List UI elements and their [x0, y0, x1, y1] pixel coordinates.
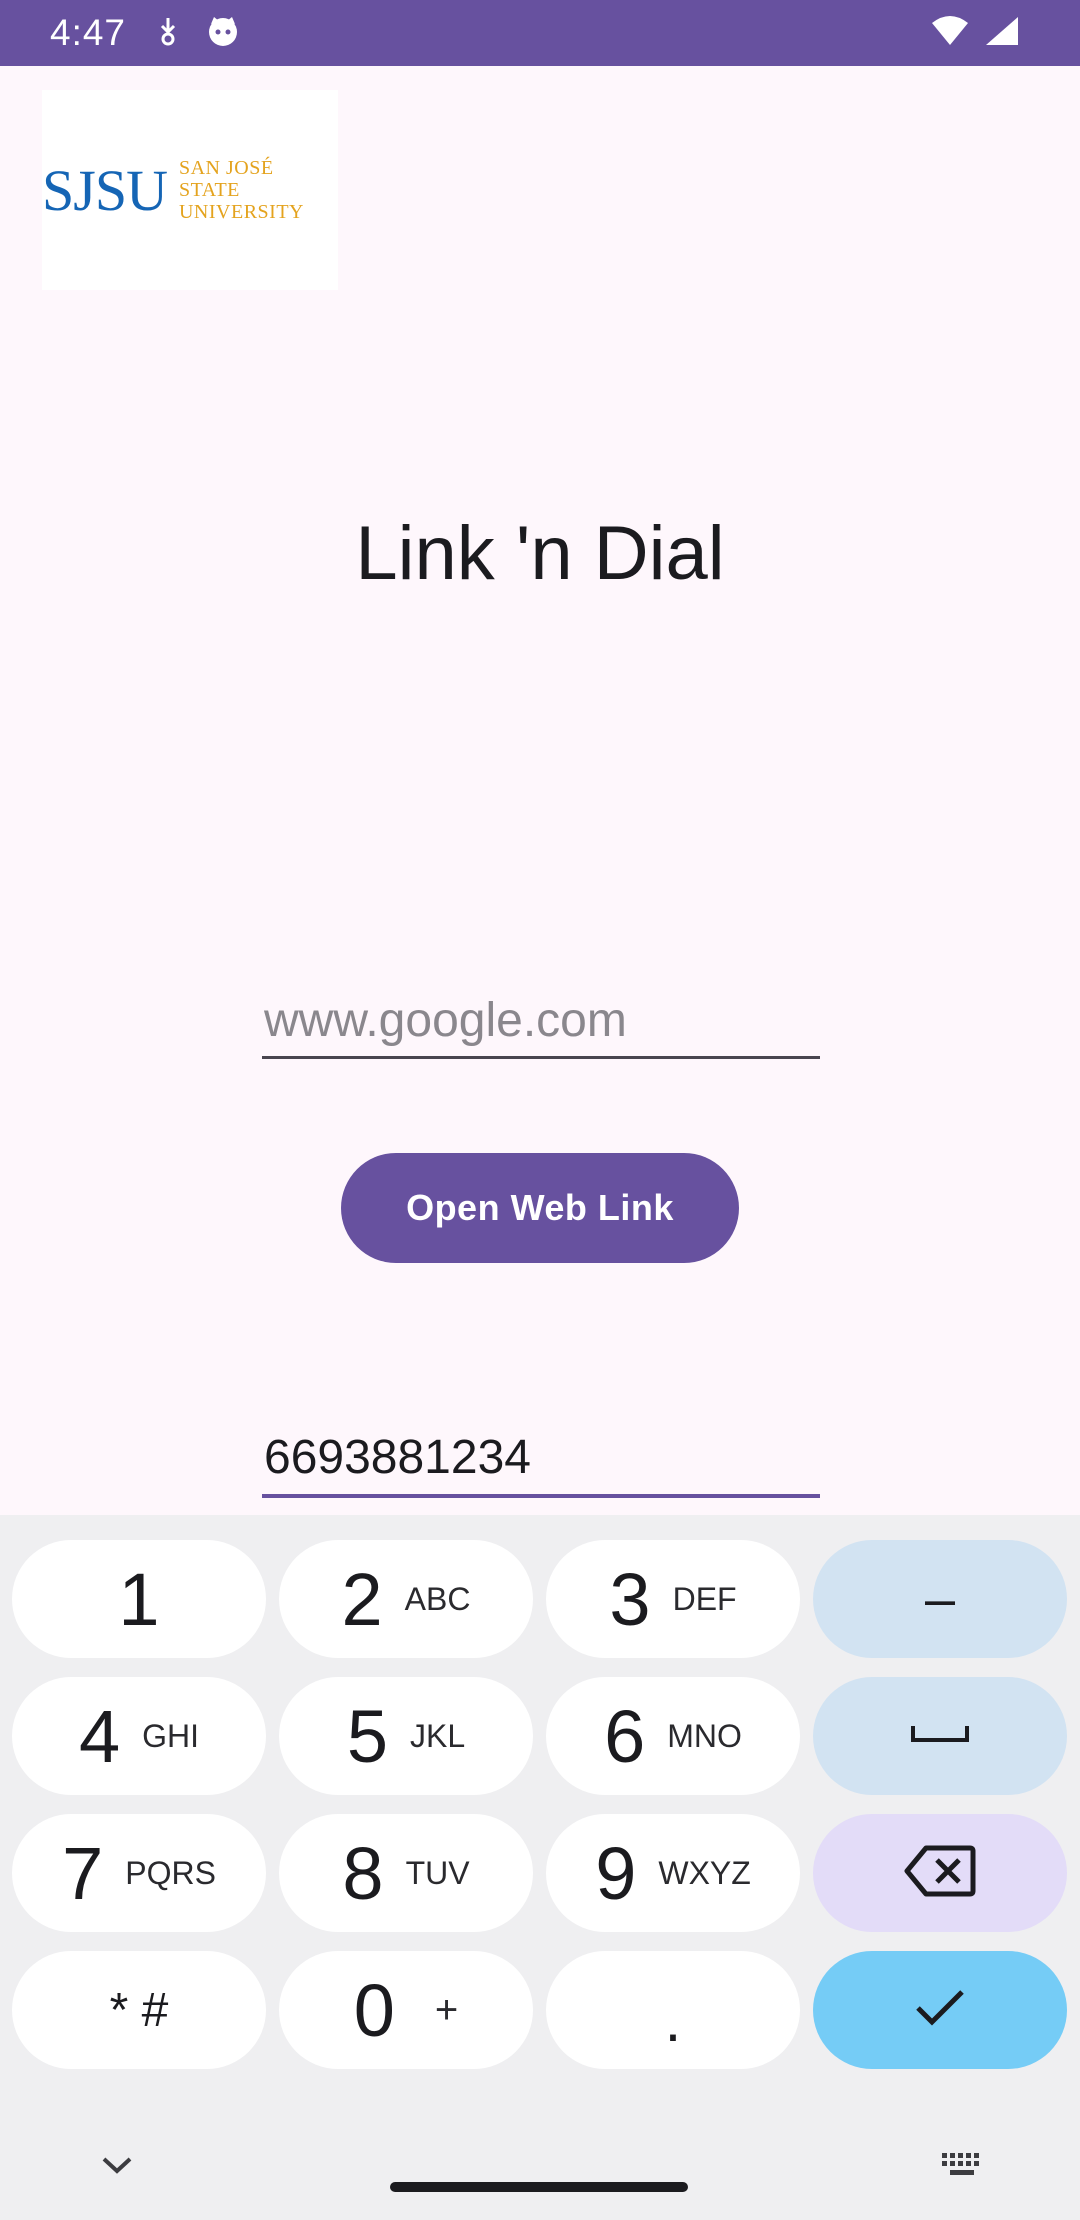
key-9[interactable]: 9 WXYZ: [546, 1814, 800, 1932]
navigation-handle[interactable]: [390, 2182, 688, 2192]
key-letters: TUV: [405, 1854, 470, 1891]
key-digit: 0: [353, 1968, 395, 2052]
page-title: Link 'n Dial: [355, 511, 725, 596]
key-digit: 7: [62, 1831, 104, 1915]
key-period[interactable]: .: [546, 1951, 800, 2069]
status-right-icons: [930, 15, 1020, 52]
chevron-down-icon[interactable]: [100, 2155, 134, 2180]
key-done[interactable]: [813, 1951, 1067, 2069]
key-letters: GHI: [142, 1717, 200, 1754]
key-7[interactable]: 7 PQRS: [12, 1814, 266, 1932]
key-digit: 4: [78, 1694, 121, 1778]
phone-input[interactable]: [262, 1420, 820, 1498]
open-web-link-button[interactable]: Open Web Link: [341, 1153, 739, 1263]
dash-symbol: –: [924, 1569, 956, 1629]
key-4[interactable]: 4 GHI: [12, 1677, 266, 1795]
logo-line-1: SAN JOSÉ STATE: [178, 157, 274, 201]
key-space[interactable]: [813, 1677, 1067, 1795]
cat-face-icon: [206, 14, 240, 53]
screen: 4:47 SJSU SAN JOSÉ STATE UNIVERSITY Link…: [0, 0, 1080, 2220]
backspace-icon: [904, 1844, 976, 1903]
key-digit: * #: [109, 1983, 169, 2037]
logo-mark: SJSU: [42, 157, 168, 223]
key-1[interactable]: 1: [12, 1540, 266, 1658]
checkmark-icon: [914, 1988, 966, 2033]
key-digit: 3: [609, 1557, 651, 1641]
key-letters: PQRS: [125, 1854, 216, 1891]
key-letters: WXYZ: [658, 1854, 751, 1891]
key-letters: DEF: [672, 1580, 737, 1617]
key-digit: .: [664, 1986, 682, 2054]
key-3[interactable]: 3 DEF: [546, 1540, 800, 1658]
logo-line-2: UNIVERSITY: [178, 201, 304, 223]
key-digit: 8: [342, 1831, 384, 1915]
signal-icon: [984, 15, 1020, 52]
status-left-icons: [156, 14, 240, 53]
status-time: 4:47: [50, 12, 127, 53]
numeric-keyboard: 1 2 ABC 3 DEF – 4 GHI 5 JKL 6 MNO 7 PQRS…: [0, 1515, 1080, 2220]
key-dash[interactable]: –: [813, 1540, 1067, 1658]
key-backspace[interactable]: [813, 1814, 1067, 1932]
key-0[interactable]: 0 +: [279, 1951, 533, 2069]
space-icon: [910, 1722, 970, 1751]
status-bar: 4:47: [0, 0, 1080, 66]
key-digit: 6: [604, 1694, 646, 1778]
key-letters: ABC: [404, 1580, 471, 1617]
key-digit: 5: [346, 1694, 388, 1778]
url-input[interactable]: [262, 985, 820, 1059]
logo-subtitle: SAN JOSÉ STATE UNIVERSITY: [179, 157, 338, 223]
key-digit: 9: [595, 1831, 637, 1915]
key-digit: 1: [118, 1557, 160, 1641]
key-6[interactable]: 6 MNO: [546, 1677, 800, 1795]
key-star-hash[interactable]: * #: [12, 1951, 266, 2069]
key-5[interactable]: 5 JKL: [279, 1677, 533, 1795]
keyboard-icon[interactable]: [940, 2151, 984, 2186]
wifi-icon: [930, 15, 970, 52]
key-letters: JKL: [410, 1717, 466, 1754]
key-letters: +: [434, 1987, 459, 2032]
key-letters: MNO: [667, 1717, 742, 1754]
sjsu-logo: SJSU SAN JOSÉ STATE UNIVERSITY: [42, 90, 338, 290]
download-icon: [156, 16, 180, 51]
key-2[interactable]: 2 ABC: [279, 1540, 533, 1658]
key-digit: 2: [341, 1557, 383, 1641]
key-8[interactable]: 8 TUV: [279, 1814, 533, 1932]
